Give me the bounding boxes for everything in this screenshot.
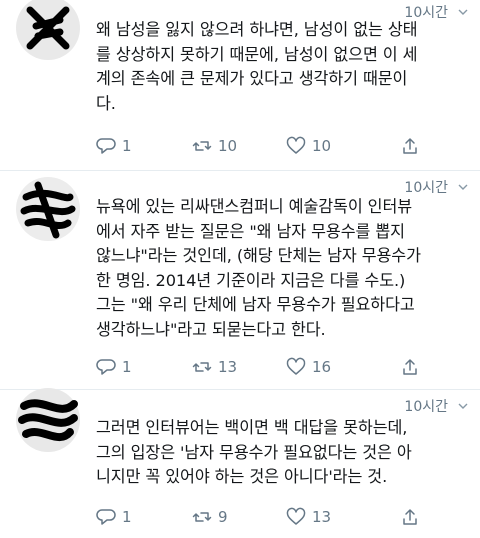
reply-button[interactable]: 1 (96, 357, 132, 377)
tweet-line: 를 상상하지 못하기 때문에, 남성이 없으면 이 세 (96, 44, 418, 64)
share-icon (403, 359, 417, 375)
tweet-line: 않느냐"라는 것인데, (해당 단체는 남자 무용수가 (96, 246, 421, 265)
retweet-icon (192, 512, 212, 522)
avatar[interactable] (16, 388, 80, 452)
like-button[interactable]: 10 (286, 136, 331, 156)
retweet-count: 10 (218, 137, 238, 155)
tweet-text: 왜 남성을 잃지 않으려 하냐면, 남성이 없는 상태 를 상상하지 못하기 때… (96, 18, 468, 116)
tweet-text: 뉴욕에 있는 리싸댄스컴퍼니 예술감독이 인터뷰 에서 자주 받는 질문은 "왜… (96, 195, 468, 342)
avatar[interactable] (16, 177, 80, 241)
avatar[interactable] (16, 0, 80, 60)
retweet-button[interactable]: 10 (192, 136, 237, 156)
retweet-icon (192, 141, 212, 151)
share-icon (403, 509, 417, 525)
reply-button[interactable]: 1 (96, 136, 132, 156)
reply-count: 1 (122, 508, 132, 526)
heart-icon (286, 136, 306, 154)
heart-icon (286, 357, 306, 375)
tweet-actions: 1 13 16 (96, 357, 456, 379)
tweet-line: 그는 "왜 우리 단체에 남자 무용수가 필요하다고 (96, 295, 415, 314)
tweet-line: 그의 입장은 '남자 무용수가 필요없다는 것은 아 (96, 442, 412, 462)
share-button[interactable] (400, 357, 420, 381)
reply-icon (96, 509, 116, 525)
tweet-line: 니지만 꼭 있어야 하는 것은 아니다'라는 것. (96, 467, 388, 486)
tweet-line: 다. (96, 93, 116, 113)
reply-icon (96, 359, 116, 375)
retweet-icon (192, 362, 212, 372)
share-icon (403, 138, 417, 154)
retweet-button[interactable]: 9 (192, 507, 228, 527)
tweet-meta: 10시간 (404, 177, 468, 197)
chevron-down-icon[interactable] (458, 403, 468, 409)
reply-count: 1 (122, 358, 132, 376)
tweet-3: 10시간 그러면 인터뷰어는 백이면 백 대답을 못하는데, 그의 입장은 '남… (0, 388, 480, 538)
like-count: 10 (312, 137, 332, 155)
retweet-count: 13 (218, 358, 238, 376)
reply-icon (96, 138, 116, 154)
share-button[interactable] (400, 136, 420, 160)
tweet-2: 10시간 뉴욕에 있는 리싸댄스컴퍼니 예술감독이 인터뷰 에서 자주 받는 질… (0, 171, 480, 389)
tweet-1: 10시간 왜 남성을 잃지 않으려 하냐면, 남성이 없는 상태 를 상상하지 … (0, 0, 480, 170)
timestamp[interactable]: 10시간 (404, 396, 448, 416)
like-count: 16 (312, 358, 332, 376)
tweet-actions: 1 10 10 (96, 136, 456, 158)
reply-count: 1 (122, 137, 132, 155)
tweet-line: 에서 자주 받는 질문은 "왜 남자 무용수를 뽑지 (96, 221, 405, 241)
tweet-line: 계의 존속에 큰 문제가 있다고 생각하기 때문이 (96, 69, 408, 88)
tweet-line: 생각하느냐"라고 되묻는다고 한다. (96, 319, 326, 339)
share-button[interactable] (400, 507, 420, 531)
tweet-text: 그러면 인터뷰어는 백이면 백 대답을 못하는데, 그의 입장은 '남자 무용수… (96, 416, 468, 490)
like-button[interactable]: 16 (286, 357, 331, 377)
heart-icon (286, 507, 306, 525)
tweet-meta: 10시간 (404, 396, 468, 416)
tweet-line: 한 명임. 2014년 기준이라 지금은 다를 수도.) (96, 270, 406, 290)
like-button[interactable]: 13 (286, 507, 331, 527)
chevron-down-icon[interactable] (458, 184, 468, 190)
like-count: 13 (312, 508, 332, 526)
reply-button[interactable]: 1 (96, 507, 132, 527)
retweet-button[interactable]: 13 (192, 357, 237, 377)
timestamp[interactable]: 10시간 (404, 177, 448, 197)
tweet-line: 그러면 인터뷰어는 백이면 백 대답을 못하는데, (96, 418, 408, 437)
tweet-line: 왜 남성을 잃지 않으려 하냐면, 남성이 없는 상태 (96, 20, 418, 39)
tweet-actions: 1 9 13 (96, 507, 456, 529)
retweet-count: 9 (218, 508, 228, 526)
chevron-down-icon[interactable] (458, 9, 468, 15)
tweet-line: 뉴욕에 있는 리싸댄스컴퍼니 예술감독이 인터뷰 (96, 197, 413, 216)
